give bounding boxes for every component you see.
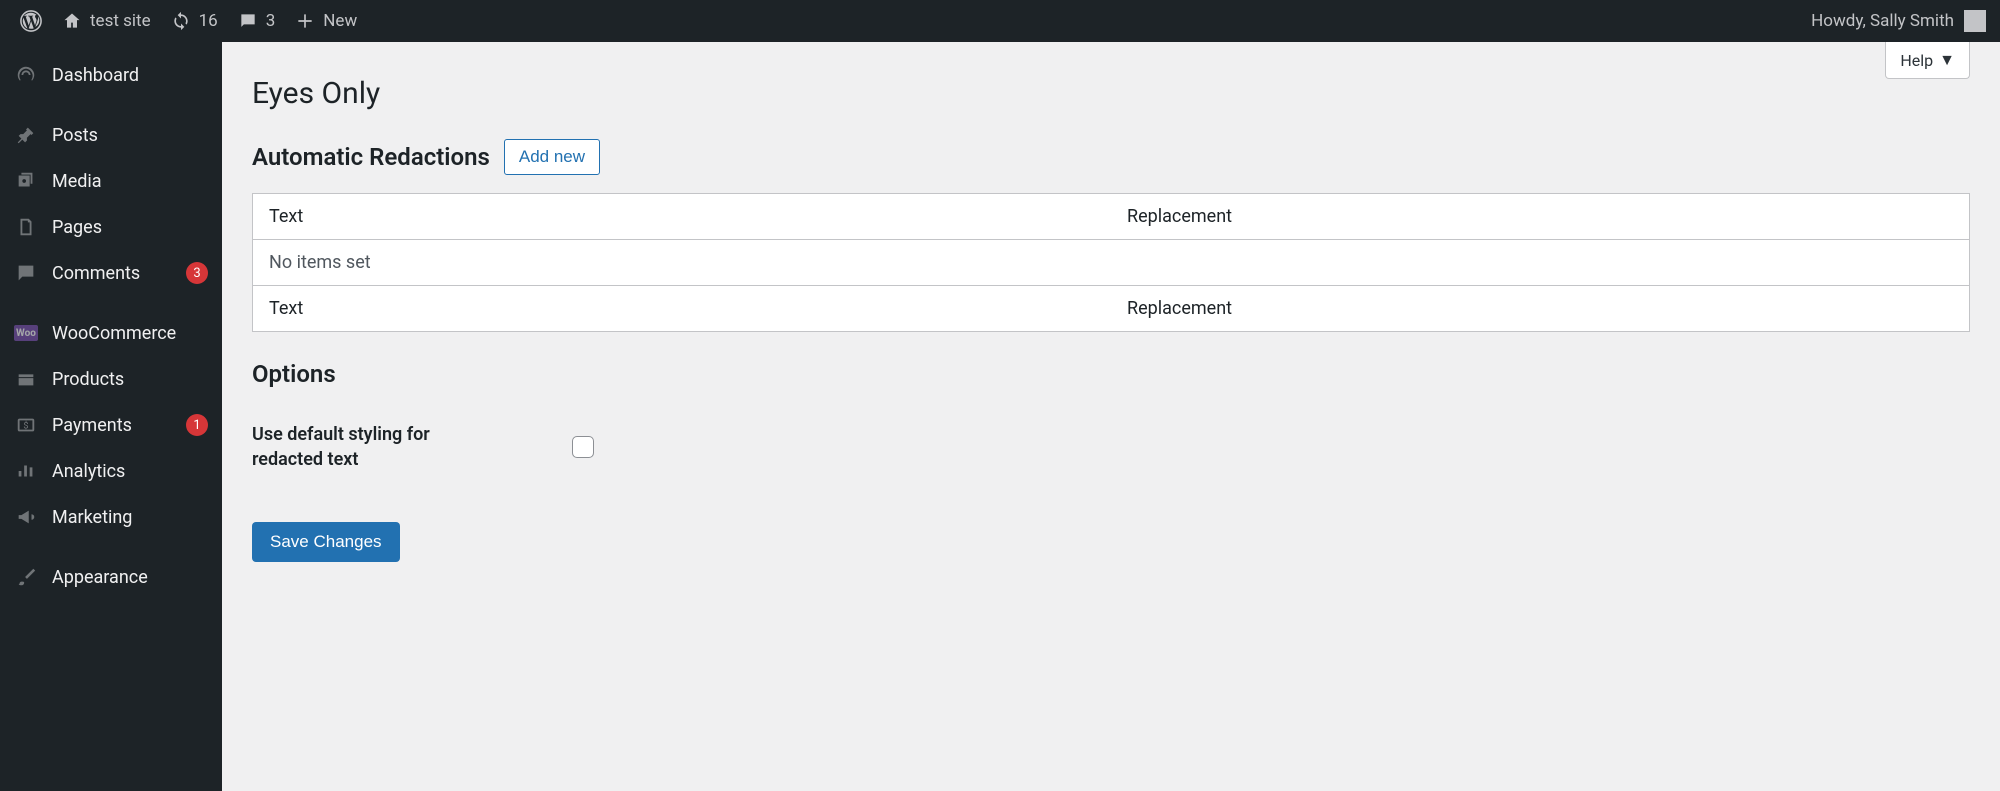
sidebar-item-payments[interactable]: $ Payments 1 (0, 402, 222, 448)
sidebar-item-label: Marketing (52, 507, 208, 528)
sidebar-item-products[interactable]: Products (0, 356, 222, 402)
options-heading: Options (252, 360, 1970, 388)
comments-link[interactable]: 3 (228, 0, 286, 42)
sidebar-item-label: Pages (52, 217, 208, 238)
option-default-styling: Use default styling for redacted text (252, 422, 1970, 472)
products-icon (14, 367, 38, 391)
sidebar-item-label: Analytics (52, 461, 208, 482)
sidebar-item-label: WooCommerce (52, 323, 208, 344)
redactions-header: Automatic Redactions Add new (252, 139, 1970, 175)
save-button[interactable]: Save Changes (252, 522, 400, 562)
svg-text:$: $ (23, 421, 28, 432)
analytics-icon (14, 459, 38, 483)
refresh-icon (171, 11, 191, 31)
comment-icon (14, 261, 38, 285)
media-icon (14, 169, 38, 193)
comments-badge: 3 (186, 262, 208, 284)
sidebar-item-label: Media (52, 171, 208, 192)
avatar (1964, 10, 1986, 32)
site-name: test site (90, 11, 151, 31)
default-styling-checkbox[interactable] (572, 436, 594, 458)
sidebar-item-woocommerce[interactable]: Woo WooCommerce (0, 310, 222, 356)
sidebar-item-label: Products (52, 369, 208, 390)
brush-icon (14, 565, 38, 589)
sidebar-item-comments[interactable]: Comments 3 (0, 250, 222, 296)
pin-icon (14, 123, 38, 147)
wp-logo[interactable] (10, 0, 52, 42)
home-icon (62, 11, 82, 31)
empty-message: No items set (253, 240, 1970, 286)
admin-topbar: test site 16 3 New Howdy, Sally Smith (0, 0, 2000, 42)
sidebar-item-label: Posts (52, 125, 208, 146)
sidebar-item-pages[interactable]: Pages (0, 204, 222, 250)
content-area: Help ▼ Eyes Only Automatic Redactions Ad… (222, 42, 2000, 791)
page-icon (14, 215, 38, 239)
redactions-heading: Automatic Redactions (252, 143, 490, 171)
comments-count: 3 (266, 11, 276, 31)
plus-icon (295, 11, 315, 31)
new-link[interactable]: New (285, 0, 367, 42)
sidebar-item-label: Dashboard (52, 65, 208, 86)
table-empty-row: No items set (253, 240, 1970, 286)
howdy-text: Howdy, Sally Smith (1811, 11, 1954, 31)
redactions-table: Text Replacement No items set Text Repla… (252, 193, 1970, 332)
woo-icon: Woo (14, 321, 38, 345)
sidebar-item-label: Comments (52, 263, 172, 284)
wordpress-icon (20, 10, 42, 32)
layout: Dashboard Posts Media Pages Comments 3 W… (0, 42, 2000, 791)
updates-link[interactable]: 16 (161, 0, 228, 42)
chevron-down-icon: ▼ (1939, 50, 1955, 70)
sidebar-item-posts[interactable]: Posts (0, 112, 222, 158)
help-label: Help (1900, 51, 1933, 70)
sidebar-item-appearance[interactable]: Appearance (0, 554, 222, 600)
add-new-button[interactable]: Add new (504, 139, 600, 175)
col-text-foot[interactable]: Text (253, 286, 1112, 332)
topbar-left: test site 16 3 New (10, 0, 367, 42)
megaphone-icon (14, 505, 38, 529)
col-text[interactable]: Text (253, 194, 1112, 240)
sidebar-item-marketing[interactable]: Marketing (0, 494, 222, 540)
site-name-link[interactable]: test site (52, 0, 161, 42)
new-label: New (323, 11, 357, 31)
page-title: Eyes Only (252, 42, 1970, 111)
option-label: Use default styling for redacted text (252, 422, 472, 472)
table-header-row: Text Replacement (253, 194, 1970, 240)
comment-icon (238, 11, 258, 31)
sidebar-item-dashboard[interactable]: Dashboard (0, 52, 222, 98)
col-replacement-foot[interactable]: Replacement (1111, 286, 1970, 332)
help-tab[interactable]: Help ▼ (1885, 42, 1970, 79)
topbar-right[interactable]: Howdy, Sally Smith (1811, 10, 1990, 32)
payments-badge: 1 (186, 414, 208, 436)
sidebar-item-analytics[interactable]: Analytics (0, 448, 222, 494)
dashboard-icon (14, 63, 38, 87)
admin-sidebar: Dashboard Posts Media Pages Comments 3 W… (0, 42, 222, 791)
updates-count: 16 (199, 11, 218, 31)
payments-icon: $ (14, 413, 38, 437)
sidebar-item-label: Payments (52, 415, 172, 436)
col-replacement[interactable]: Replacement (1111, 194, 1970, 240)
sidebar-item-label: Appearance (52, 567, 208, 588)
table-footer-row: Text Replacement (253, 286, 1970, 332)
sidebar-item-media[interactable]: Media (0, 158, 222, 204)
